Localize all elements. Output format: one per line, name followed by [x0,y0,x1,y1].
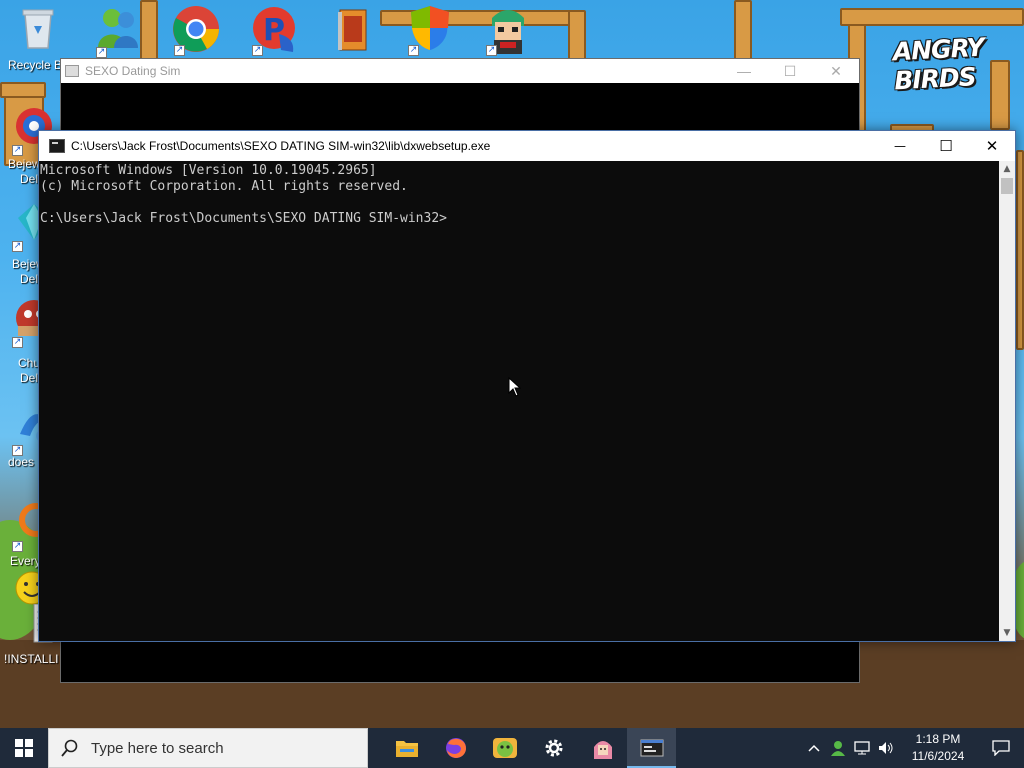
angry-birds-logo: ANGRY BIRDS [892,32,985,96]
windows-logo-icon [15,739,33,757]
speaker-icon [879,742,893,754]
start-button[interactable] [0,728,48,768]
shortcut-arrow-icon: ↗ [12,541,23,552]
firefox-icon [445,738,466,758]
console-title: C:\Users\Jack Frost\Documents\SEXO DATIN… [71,139,491,153]
system-tray: 1:18 PM 11/6/2024 [802,728,1024,768]
search-placeholder: Type here to search [91,739,224,757]
system-clock[interactable]: 1:18 PM 11/6/2024 [898,731,978,765]
window-title: SEXO Dating Sim [85,64,181,78]
desktop-icon-label: Chu [18,356,41,370]
chrome-icon[interactable]: ↗ [166,4,226,58]
scroll-down-arrow-icon[interactable]: ▼ [999,625,1015,641]
console-prompt-line: C:\Users\Jack Frost\Documents\SEXO DATIN… [40,211,447,226]
clock-time: 1:18 PM [915,732,961,746]
desktop-icon-label: Del [20,172,39,186]
taskbar-firefox[interactable] [431,728,480,768]
shortcut-arrow-icon: ↗ [96,47,107,58]
network-icon[interactable] [850,728,874,768]
console-line: Microsoft Windows [Version 10.0.19045.29… [40,163,377,178]
close-button[interactable]: ✕ [969,131,1015,161]
console-titlebar[interactable]: C:\Users\Jack Frost\Documents\SEXO DATIN… [39,131,1015,161]
desktop-icon-label: Bejew [8,157,41,171]
scroll-up-arrow-icon[interactable]: ▲ [999,161,1015,177]
speech-bubble-icon [992,740,1010,756]
minimize-button[interactable]: — [877,131,923,161]
shortcut-arrow-icon: ↗ [174,45,185,56]
console-window[interactable]: C:\Users\Jack Frost\Documents\SEXO DATIN… [38,130,1016,642]
taskbar: Type here to search 1:18 PM 11/6/2024 [0,728,1024,768]
vertical-scrollbar[interactable]: ▲ ▼ [999,161,1015,641]
paint-p-icon[interactable]: P ↗ [244,4,304,58]
book-icon [338,9,367,51]
messenger-icon[interactable]: ↗ [88,6,148,60]
window-titlebar[interactable]: SEXO Dating Sim — ☐ ✕ [61,59,859,83]
taskbar-anime-game[interactable] [578,728,627,768]
wallpaper-plank [734,0,752,60]
game-canvas-area [61,642,859,682]
scrollbar-thumb[interactable] [1001,178,1013,194]
defender-shield-icon[interactable]: ↗ [400,4,460,58]
console-line: (c) Microsoft Corporation. All rights re… [40,179,408,194]
mouse-pointer-icon [508,377,522,397]
green-pig-icon [492,738,517,758]
archive-file-icon[interactable] [322,6,382,60]
desktop-icon-label: Recycle B [8,58,63,72]
minimize-button[interactable]: — [721,59,767,83]
monitor-network-icon [854,741,870,755]
taskbar-game-app[interactable] [480,728,529,768]
character-game-icon[interactable]: ↗ [478,4,538,58]
shortcut-arrow-icon: ↗ [252,45,263,56]
shortcut-arrow-icon: ↗ [408,45,419,56]
chevron-up-icon[interactable] [802,728,826,768]
search-icon [61,739,78,757]
maximize-button[interactable]: ☐ [767,59,813,83]
notification-center-button[interactable] [978,728,1024,768]
desktop-icon-label: Del [20,272,39,286]
user-status-icon[interactable] [826,728,850,768]
folder-icon [395,741,418,757]
trash-icon [22,9,54,49]
anime-girl-icon [593,741,612,759]
gear-icon [545,739,562,757]
recycle-bin-icon[interactable] [8,6,68,60]
desktop-icon-label: Del [20,371,39,385]
console-window-icon [640,739,663,757]
taskbar-settings[interactable] [529,728,578,768]
taskbar-file-explorer[interactable] [382,728,431,768]
volume-icon[interactable] [874,728,898,768]
wallpaper-plank [1016,150,1024,350]
wallpaper-plank [840,8,1024,26]
show-hidden-icons-icon [808,744,820,752]
shortcut-arrow-icon: ↗ [12,241,23,252]
shortcut-arrow-icon: ↗ [12,337,23,348]
taskbar-search-box[interactable]: Type here to search [48,728,368,768]
wallpaper-plank [568,10,586,60]
close-button[interactable]: ✕ [813,59,859,83]
maximize-button[interactable]: ☐ [923,131,969,161]
desktop-icon-label: !INSTALLI [4,652,59,666]
shortcut-arrow-icon: ↗ [486,45,497,56]
console-output[interactable]: Microsoft Windows [Version 10.0.19045.29… [39,161,1000,641]
shortcut-arrow-icon: ↗ [12,145,23,156]
green-person-icon [831,741,845,756]
desktop-icon-label: does [8,455,35,469]
app-window-icon [65,65,79,77]
console-app-icon [49,139,65,153]
taskbar-console[interactable] [627,728,676,768]
people-icon [98,9,138,48]
clock-date: 11/6/2024 [911,749,965,763]
